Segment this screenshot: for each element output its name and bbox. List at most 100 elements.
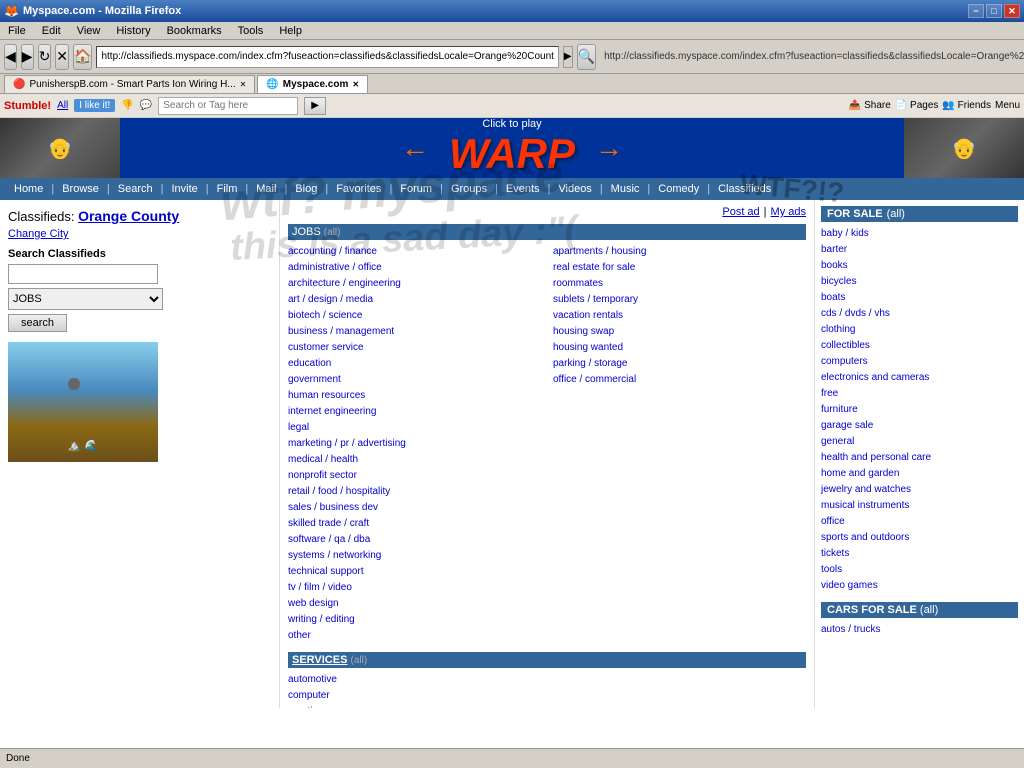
stumble-search-input[interactable] (158, 97, 298, 115)
sale-barter[interactable]: barter (821, 242, 1018, 258)
stumble-all[interactable]: All (57, 100, 68, 111)
cat-nonprofit[interactable]: nonprofit sector (288, 468, 541, 484)
classifieds-category-select[interactable]: JOBS HOUSING SERVICES FOR SALE CARS (8, 288, 163, 310)
sale-clothing[interactable]: clothing (821, 322, 1018, 338)
nav-blog[interactable]: Blog (289, 181, 323, 197)
cat-business[interactable]: business / management (288, 324, 541, 340)
classifieds-search-input[interactable] (8, 264, 158, 284)
cat-sales[interactable]: sales / business dev (288, 500, 541, 516)
sale-autos[interactable]: autos / trucks (821, 622, 1018, 638)
nav-search[interactable]: Search (112, 181, 159, 197)
cat-accounting[interactable]: accounting / finance (288, 244, 541, 260)
cat-education[interactable]: education (288, 356, 541, 372)
back-button[interactable]: ◀ (4, 44, 17, 70)
cat-roommates[interactable]: roommates (553, 276, 806, 292)
cat-government[interactable]: government (288, 372, 541, 388)
go-button[interactable]: ▶ (563, 46, 573, 68)
menu-view[interactable]: View (73, 23, 105, 39)
nav-comedy[interactable]: Comedy (652, 181, 705, 197)
sale-furniture[interactable]: furniture (821, 402, 1018, 418)
share-label[interactable]: 📤 Share (849, 100, 891, 111)
friends-label[interactable]: 👥 Friends (942, 100, 991, 111)
nav-favorites[interactable]: Favorites (330, 181, 387, 197)
menu-help[interactable]: Help (275, 23, 306, 39)
cat-software[interactable]: software / qa / dba (288, 532, 541, 548)
address-bar[interactable]: http://classifieds.myspace.com/index.cfm… (96, 46, 558, 68)
sale-health[interactable]: health and personal care (821, 450, 1018, 466)
sale-baby[interactable]: baby / kids (821, 226, 1018, 242)
menu-stumble-label[interactable]: Menu (995, 100, 1020, 111)
sale-bicycles[interactable]: bicycles (821, 274, 1018, 290)
sale-jewelry[interactable]: jewelry and watches (821, 482, 1018, 498)
menu-file[interactable]: File (4, 23, 30, 39)
nav-videos[interactable]: Videos (552, 181, 597, 197)
nav-mail[interactable]: Mail (250, 181, 282, 197)
tab-punisher[interactable]: 🔴 PunisherspB.com - Smart Parts Ion Wiri… (4, 75, 255, 93)
sale-tools[interactable]: tools (821, 562, 1018, 578)
cat-parking[interactable]: parking / storage (553, 356, 806, 372)
restore-button[interactable]: □ (986, 4, 1002, 18)
sale-videogames[interactable]: video games (821, 578, 1018, 594)
city-link[interactable]: Orange County (78, 208, 179, 224)
cat-housing-swap[interactable]: housing swap (553, 324, 806, 340)
sale-office[interactable]: office (821, 514, 1018, 530)
search-toolbar-btn[interactable]: 🔍 (577, 44, 596, 70)
cat-medical[interactable]: medical / health (288, 452, 541, 468)
cat-tv[interactable]: tv / film / video (288, 580, 541, 596)
sale-cds[interactable]: cds / dvds / vhs (821, 306, 1018, 322)
menu-bookmarks[interactable]: Bookmarks (163, 23, 226, 39)
cat-legal[interactable]: legal (288, 420, 541, 436)
cat-office[interactable]: office / commercial (553, 372, 806, 388)
cat-biotech[interactable]: biotech / science (288, 308, 541, 324)
minimize-button[interactable]: − (968, 4, 984, 18)
cat-sublets[interactable]: sublets / temporary (553, 292, 806, 308)
my-ads-link[interactable]: My ads (771, 206, 806, 218)
tab-close-1[interactable]: ✕ (240, 80, 247, 89)
reload-button[interactable]: ↻ (38, 44, 52, 70)
i-like-it-button[interactable]: I like it! (74, 99, 115, 112)
close-button[interactable]: ✕ (1004, 4, 1020, 18)
nav-groups[interactable]: Groups (445, 181, 493, 197)
cat-apartments[interactable]: apartments / housing (553, 244, 806, 260)
nav-browse[interactable]: Browse (56, 181, 105, 197)
cat-art[interactable]: art / design / media (288, 292, 541, 308)
cat-architecture[interactable]: architecture / engineering (288, 276, 541, 292)
home-button[interactable]: 🏠 (73, 44, 92, 70)
cat-systems[interactable]: systems / networking (288, 548, 541, 564)
forward-button[interactable]: ▶ (21, 44, 34, 70)
cat-internet[interactable]: internet engineering (288, 404, 541, 420)
cat-skilled[interactable]: skilled trade / craft (288, 516, 541, 532)
sale-computers[interactable]: computers (821, 354, 1018, 370)
sale-sports[interactable]: sports and outdoors (821, 530, 1018, 546)
nav-music[interactable]: Music (605, 181, 646, 197)
pages-label[interactable]: 📄 Pages (895, 100, 939, 111)
nav-home[interactable]: Home (8, 181, 49, 197)
svc-automotive[interactable]: automotive (288, 672, 806, 688)
stumble-go-button[interactable]: ▶ (304, 97, 326, 115)
cat-other[interactable]: other (288, 628, 541, 644)
nav-film[interactable]: Film (211, 181, 244, 197)
sale-musical[interactable]: musical instruments (821, 498, 1018, 514)
tab-close-2[interactable]: ✕ (352, 80, 359, 89)
sale-general[interactable]: general (821, 434, 1018, 450)
cat-housing-wanted[interactable]: housing wanted (553, 340, 806, 356)
cat-technical[interactable]: technical support (288, 564, 541, 580)
sale-free[interactable]: free (821, 386, 1018, 402)
sale-boats[interactable]: boats (821, 290, 1018, 306)
sale-electronics[interactable]: electronics and cameras (821, 370, 1018, 386)
cat-writing[interactable]: writing / editing (288, 612, 541, 628)
cat-vacation[interactable]: vacation rentals (553, 308, 806, 324)
svc-computer[interactable]: computer (288, 688, 806, 704)
classifieds-search-button[interactable]: search (8, 314, 67, 332)
sale-tickets[interactable]: tickets (821, 546, 1018, 562)
cat-realestate[interactable]: real estate for sale (553, 260, 806, 276)
tab-myspace[interactable]: 🌐 Myspace.com ✕ (257, 75, 368, 93)
comment-icon[interactable]: 💬 (140, 100, 152, 111)
sale-collectibles[interactable]: collectibles (821, 338, 1018, 354)
menu-history[interactable]: History (112, 23, 154, 39)
nav-invite[interactable]: Invite (165, 181, 203, 197)
cat-customer[interactable]: customer service (288, 340, 541, 356)
sale-home[interactable]: home and garden (821, 466, 1018, 482)
change-city-link[interactable]: Change City (8, 228, 69, 240)
sale-garage[interactable]: garage sale (821, 418, 1018, 434)
